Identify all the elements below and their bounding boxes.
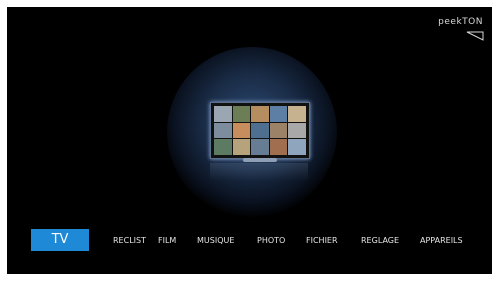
menu-item-appareils[interactable]: APPAREILS (420, 236, 463, 245)
tv-screen-thumbnails (214, 106, 306, 155)
tv-reflection (210, 163, 308, 181)
media-center-screen: peekTON TV RECLIST FILM MUSIQUE PHOTO FI… (7, 7, 492, 274)
tv-icon (210, 102, 310, 159)
menu-item-photo[interactable]: PHOTO (257, 236, 285, 245)
menu-item-tv[interactable]: TV (31, 229, 89, 251)
main-menu: TV RECLIST FILM MUSIQUE PHOTO FICHIER RE… (7, 227, 492, 255)
brand-logo-mark-icon (466, 31, 484, 41)
menu-item-musique[interactable]: MUSIQUE (197, 236, 234, 245)
menu-item-film[interactable]: FILM (158, 236, 176, 245)
menu-item-reglage[interactable]: REGLAGE (361, 236, 399, 245)
brand-logo: peekTON (438, 17, 483, 27)
tv-stand (243, 158, 277, 162)
menu-item-fichier[interactable]: FICHIER (306, 236, 338, 245)
menu-item-reclist[interactable]: RECLIST (113, 236, 146, 245)
